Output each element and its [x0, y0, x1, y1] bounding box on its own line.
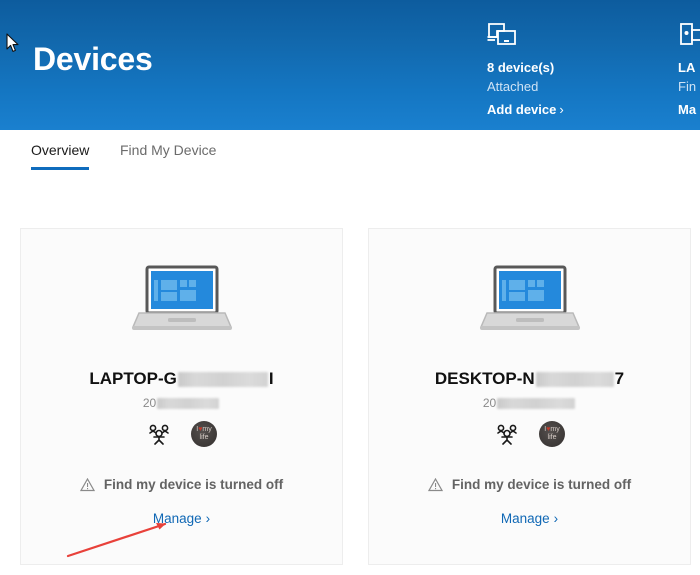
device-subtitle-redacted [497, 398, 576, 410]
device-name-suffix: I [268, 369, 274, 388]
tab-bar: Overview Find My Device [0, 130, 700, 175]
device-badges: I♥my life [369, 421, 690, 447]
device-name-redacted [535, 372, 614, 388]
device-status-label: Find my device is turned off [451, 477, 632, 492]
device-card[interactable]: LAPTOP-G I 20 I♥my life Find my device is… [20, 228, 343, 565]
warning-triangle-icon [79, 477, 95, 491]
findmydevice-manage-label: Ma [678, 102, 697, 117]
device-subtitle: 20 [21, 396, 342, 410]
device-subtitle-prefix: 20 [142, 396, 157, 410]
page-header: Devices 8 device(s) Attached Add device ›… [0, 0, 700, 130]
tab-find-my-device[interactable]: Find My Device [120, 142, 216, 167]
manage-label: Manage [500, 511, 550, 526]
device-name: DESKTOP-N 7 [369, 369, 690, 389]
add-device-label: Add device [487, 102, 557, 117]
chevron-right-icon: › [553, 511, 559, 526]
mouse-pointer-icon [6, 33, 19, 52]
findmydevice-manage-link[interactable]: Ma [678, 100, 700, 120]
findmydevice-device-name: LA [678, 60, 696, 75]
device-subtitle-prefix: 20 [482, 396, 497, 410]
device-card[interactable]: DESKTOP-N 7 20 I♥my life Find my device i… [368, 228, 691, 565]
page-title: Devices [33, 41, 153, 77]
device-status-label: Find my device is turned off [103, 477, 284, 492]
devices-icon [487, 23, 516, 45]
device-name-suffix: 7 [614, 369, 625, 388]
manage-label: Manage [152, 511, 202, 526]
device-subtitle-redacted [157, 398, 220, 410]
device-name-prefix: LAPTOP-G [89, 369, 177, 388]
tab-overview[interactable]: Overview [31, 142, 90, 170]
manage-link[interactable]: Manage › [21, 511, 342, 526]
device-name-redacted [177, 372, 268, 388]
family-people-icon [149, 424, 169, 445]
device-name: LAPTOP-G I [21, 369, 342, 389]
device-count: 8 device(s) [487, 60, 555, 75]
avatar-text-line1b: my [550, 426, 560, 433]
header-summary-findmydevice: LA Fin Ma [678, 22, 700, 120]
avatar-text-line2: life [547, 434, 557, 441]
laptop-icon [369, 265, 690, 338]
device-phone-icon [680, 23, 700, 45]
device-attached-label: Attached [487, 79, 539, 94]
laptop-icon [21, 265, 342, 338]
manage-link[interactable]: Manage › [369, 511, 690, 526]
device-status: Find my device is turned off [21, 477, 342, 492]
device-status: Find my device is turned off [369, 477, 690, 492]
user-avatar: I♥my life [191, 421, 217, 447]
findmydevice-status: Fin [678, 79, 697, 94]
user-avatar: I♥my life [539, 421, 565, 447]
header-summary-devices: 8 device(s) Attached Add device › [487, 22, 564, 120]
device-name-prefix: DESKTOP-N [434, 369, 535, 388]
chevron-right-icon: › [205, 511, 211, 526]
avatar-text-line2: life [199, 434, 209, 441]
add-device-link[interactable]: Add device › [487, 100, 564, 120]
warning-triangle-icon [427, 477, 443, 491]
chevron-right-icon: › [559, 102, 564, 117]
device-badges: I♥my life [21, 421, 342, 447]
avatar-text-line1b: my [202, 426, 212, 433]
family-people-icon [497, 424, 517, 445]
device-subtitle: 20 [369, 396, 690, 410]
